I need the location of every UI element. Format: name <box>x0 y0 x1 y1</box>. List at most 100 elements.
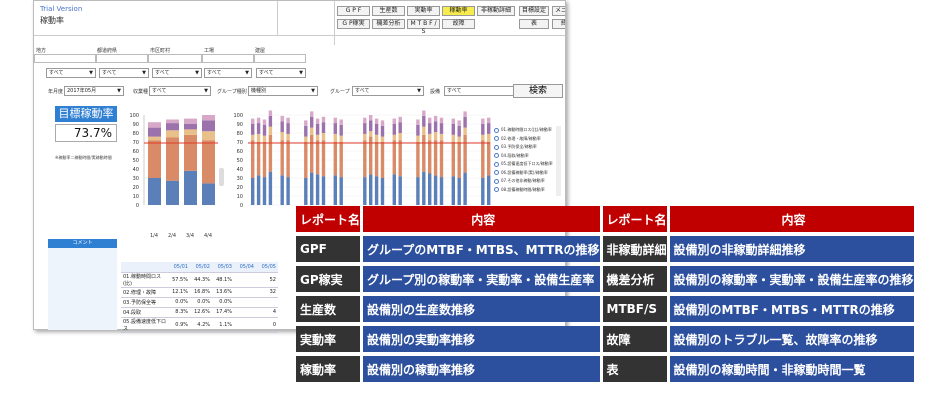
bar-segment <box>481 134 485 141</box>
toolbar-button-non-operation-detail[interactable]: 非稼動詳細 <box>477 6 515 16</box>
bar-segment <box>380 136 385 142</box>
legend-scrollbar[interactable] <box>556 126 561 196</box>
data-table: 05/01 05/02 05/03 05/04 05/05 01.稼動時間ロス(… <box>121 262 278 333</box>
bar-segment <box>487 123 491 134</box>
bar-segment <box>374 124 379 135</box>
toolbar-button-mtbf[interactable]: M T B F / S <box>407 19 440 35</box>
report-table: レポート名 内容 レポート名 内容 GPF グループのMTBF・MTBS、MTTR… <box>296 202 914 386</box>
bar-segment <box>487 142 491 176</box>
industry-select[interactable]: すべて ▼ <box>149 86 211 96</box>
bar-segment <box>428 117 432 124</box>
bar-segment <box>416 177 420 205</box>
bar-segment <box>148 136 161 141</box>
toolbar-button-gp-operation[interactable]: G P稼実 <box>337 19 370 29</box>
toolbar-button-menu[interactable]: メニュー <box>552 6 565 16</box>
prefecture-select[interactable]: すべて ▼ <box>99 68 149 78</box>
comment-button[interactable]: コメント <box>48 239 117 248</box>
bar-segment <box>286 117 290 124</box>
bar-segment <box>184 118 197 124</box>
bar-segment <box>363 177 367 205</box>
bar-segment <box>380 120 385 126</box>
y-tick-label: 60 <box>133 149 139 155</box>
table-row: 01.稼動時間ロス(比) 57.5% 44.3% 48.1% 52 <box>121 272 278 288</box>
bar-segment <box>286 133 290 141</box>
bar-segment <box>321 122 326 133</box>
bar-segment <box>433 121 438 133</box>
bar-segment <box>398 116 402 123</box>
toolbar-button-machine-diff[interactable]: 機差分析 <box>372 19 405 29</box>
bar-segment <box>481 118 485 124</box>
bar-segment <box>315 140 320 175</box>
bar-segment <box>251 178 255 205</box>
y-tick-label: 20 <box>237 185 243 191</box>
bar-segment <box>428 123 432 134</box>
bar-segment <box>374 176 379 205</box>
chevron-down-icon: ▼ <box>195 70 199 76</box>
building-select[interactable]: すべて ▼ <box>256 68 306 78</box>
bar-segment <box>457 125 461 137</box>
bar-segment <box>451 118 455 124</box>
bar-segment <box>262 177 267 205</box>
bar-segment <box>428 133 432 141</box>
toolbar-button-table[interactable]: 表 <box>519 19 549 29</box>
bar-segment <box>451 176 455 205</box>
bar-segment <box>487 175 491 205</box>
table-row: 生産数 設備別の生産数推移 MTBF/S 設備別のMTBF・MTBS・MTTRの推移 <box>296 296 914 322</box>
bar-segment <box>148 140 161 178</box>
bar-segment <box>304 178 308 205</box>
y-tick-label: 90 <box>237 122 243 128</box>
bar-segment <box>321 133 326 141</box>
x-tick-label: 4/4 <box>204 233 212 239</box>
toolbar-button-failure[interactable]: 故障 <box>442 19 475 29</box>
circle-icon <box>494 178 499 184</box>
splitter-handle[interactable] <box>219 168 224 186</box>
toolbar-button-actual-rate[interactable]: 実動率 <box>407 6 440 16</box>
factory-select[interactable]: すべて ▼ <box>204 68 252 78</box>
city-select[interactable]: すべて ▼ <box>152 68 202 78</box>
bar-segment <box>369 174 373 205</box>
search-button[interactable]: 検索 <box>513 84 563 98</box>
region-select[interactable]: すべて ▼ <box>46 68 96 78</box>
bar-segment <box>184 124 197 130</box>
toolbar-button-operation-rate[interactable]: 稼動率 <box>442 6 475 16</box>
bar-segment <box>433 132 438 141</box>
bar-segment <box>363 123 367 134</box>
toolbar-button-gpf[interactable]: G P F <box>337 6 370 16</box>
bar-segment <box>268 110 273 116</box>
kpi-title: 目標稼動率 <box>55 106 117 122</box>
table-row: 05.設備速度低下ロス 0.9% 4.2% 1.1% 0 <box>121 317 278 333</box>
period-select[interactable]: 2017年05月 ▼ <box>64 86 124 96</box>
bar-segment <box>262 135 267 142</box>
bar-segment <box>439 133 444 141</box>
toolbar-button-exit[interactable]: 終了 <box>552 19 565 29</box>
chevron-down-icon: ▼ <box>417 88 421 94</box>
bar-segment <box>310 111 314 117</box>
bar-segment <box>439 140 444 178</box>
period-label: 年月度 <box>48 89 64 95</box>
group-type-select[interactable]: 機種別 ▼ <box>248 86 318 96</box>
table-row: 実動率 設備別の実動率推移 故障 設備別のトラブル一覧、故障率の推移 <box>296 326 914 352</box>
group-type-label: グループ種別 <box>217 89 247 95</box>
bar-segment <box>463 111 467 117</box>
bar-segment <box>457 142 461 178</box>
bar-segment <box>148 122 161 128</box>
bar-segment <box>280 121 284 133</box>
bar-segment <box>339 142 343 178</box>
toolbar-button-target-setting[interactable]: 目標設定 <box>519 6 549 16</box>
bar-segment <box>286 123 290 134</box>
y-tick-label: 40 <box>237 167 243 173</box>
bar-segment <box>202 120 215 132</box>
bar-segment <box>451 142 455 177</box>
kpi-value: 73.7% <box>55 124 117 142</box>
group-select[interactable]: すべて ▼ <box>352 86 424 96</box>
bar-segment <box>315 118 320 124</box>
chevron-down-icon: ▼ <box>299 70 303 76</box>
window-title: 稼動率 <box>40 16 64 25</box>
bar-segment <box>457 136 461 142</box>
circle-icon <box>494 153 499 158</box>
filter-label-city: 市区町村 <box>150 48 171 54</box>
toolbar-button-production[interactable]: 生産数 <box>372 6 405 16</box>
bar-segment <box>256 117 261 124</box>
bar-segment <box>333 142 337 176</box>
bar-segment <box>481 178 485 205</box>
